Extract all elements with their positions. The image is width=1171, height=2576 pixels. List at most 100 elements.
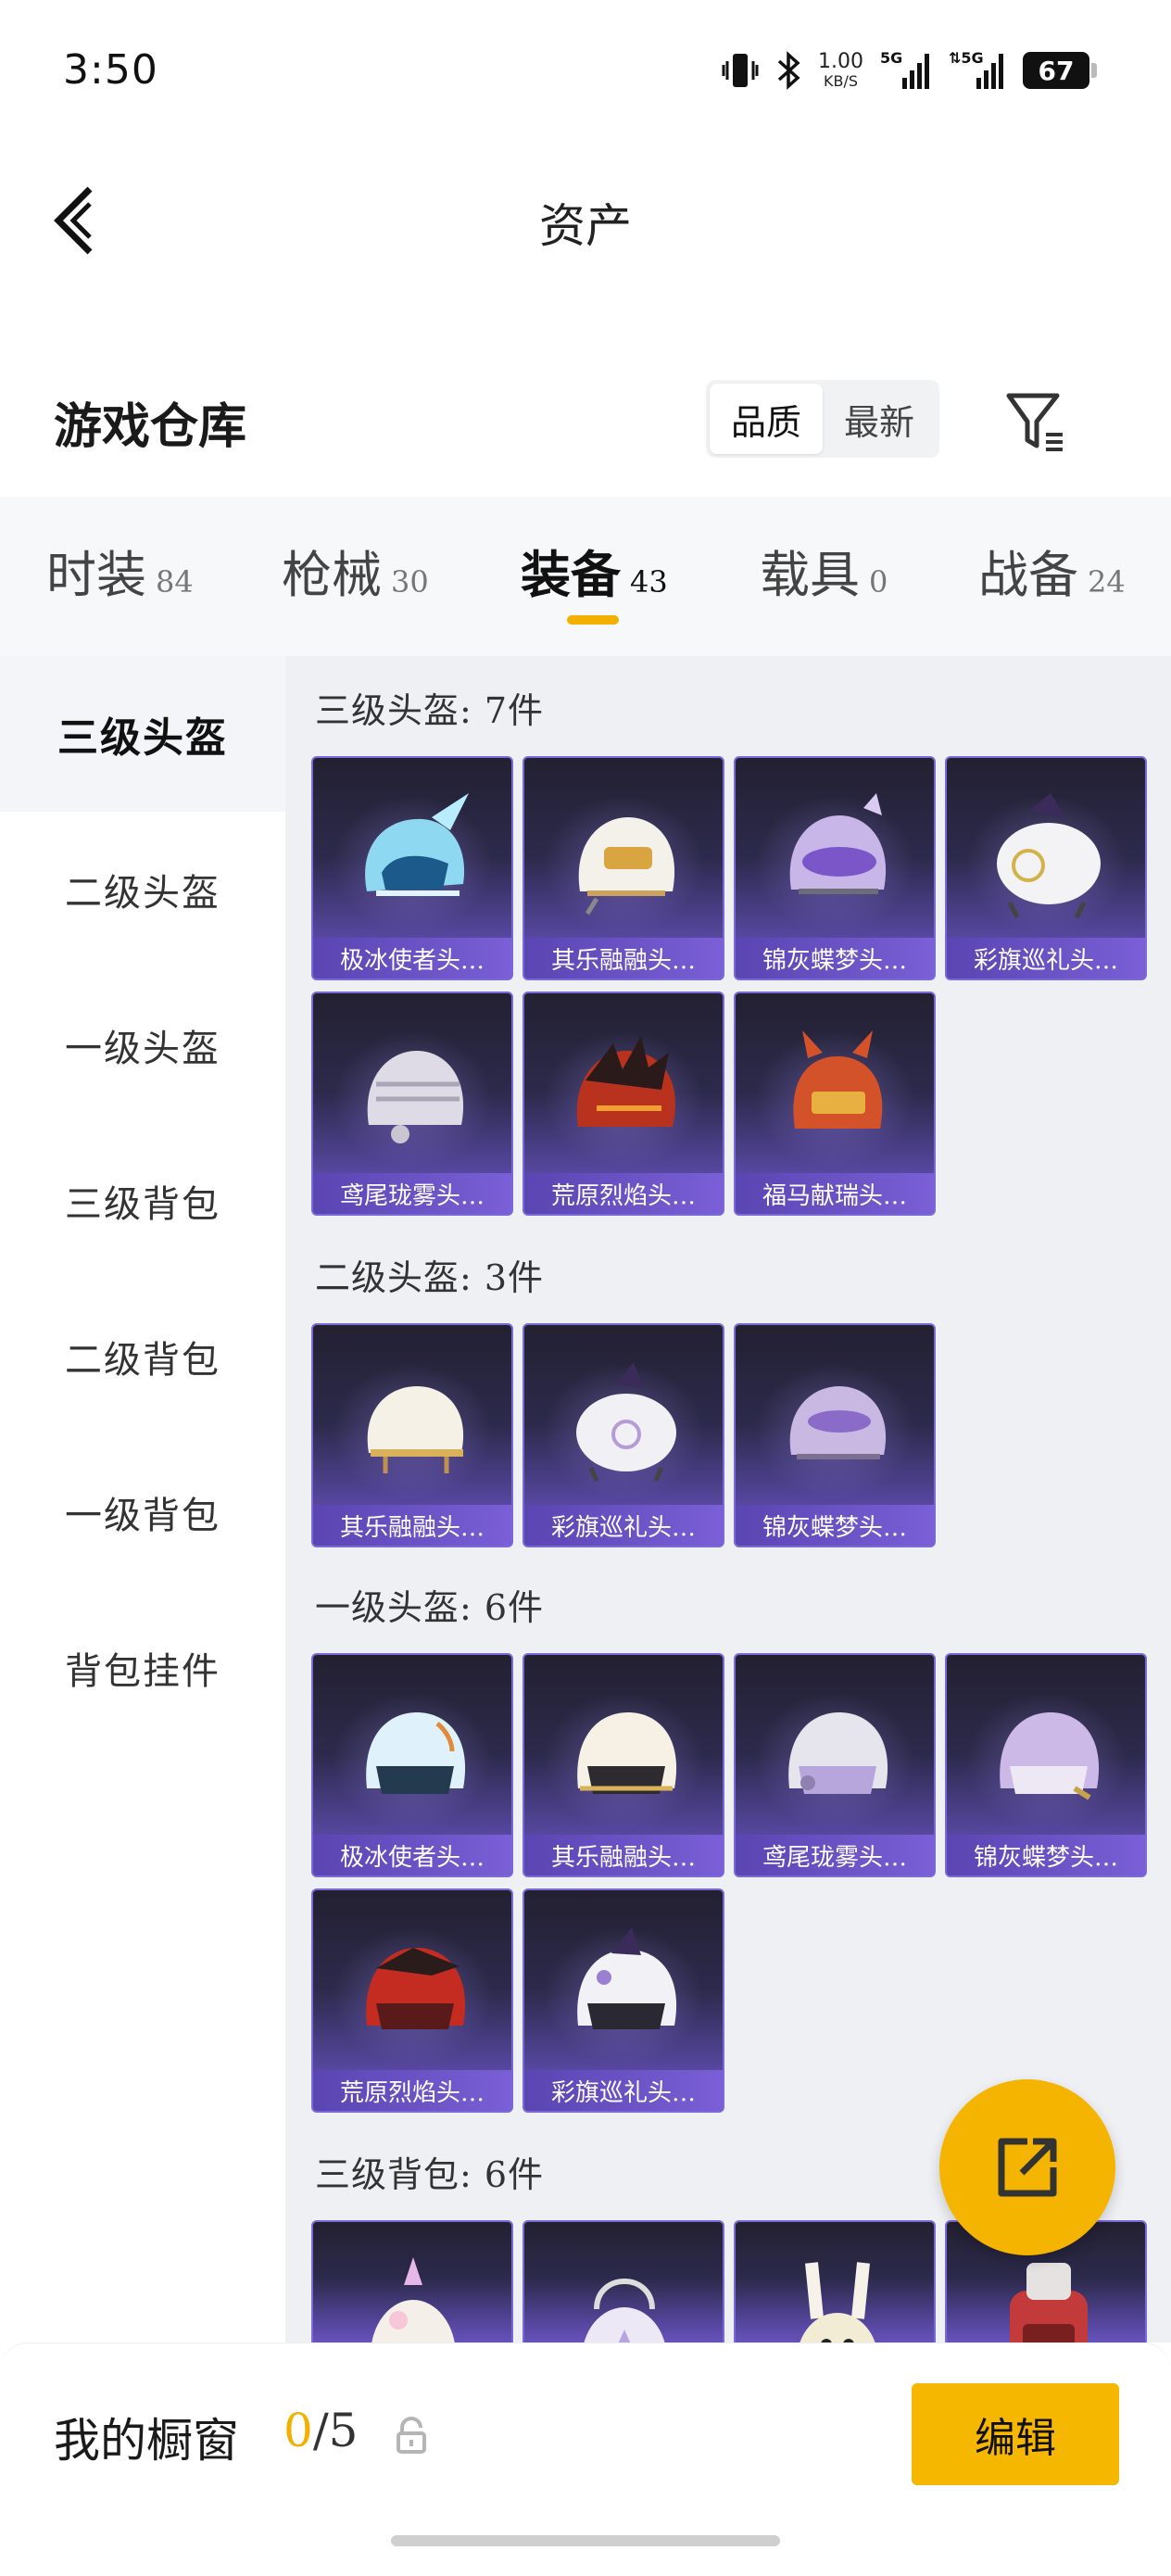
sort-option-latest[interactable]: 最新 — [823, 384, 936, 454]
showcase-count: 0/5 — [283, 2404, 358, 2457]
item-card[interactable]: 锦灰蝶梦头… — [734, 1323, 936, 1547]
tab-label: 时装 — [46, 546, 146, 604]
item-name: 彩旗巡礼头… — [524, 1505, 723, 1546]
tab-vehicles[interactable]: 载具 0 — [760, 534, 888, 608]
item-card[interactable]: 其乐融融头… — [523, 756, 724, 980]
tab-label: 载具 — [760, 546, 860, 604]
tab-count: 24 — [1088, 564, 1126, 600]
group-label-level3-helmet: 三级头盔: 7件 — [315, 690, 545, 731]
item-card[interactable]: 鸢尾珑雾头… — [311, 991, 513, 1216]
helmet-icon — [576, 1036, 675, 1127]
status-time: 3:50 — [63, 46, 158, 94]
tab-active-indicator — [567, 615, 619, 625]
item-card[interactable]: 荒原烈焰头… — [523, 991, 724, 1216]
item-name: 锦灰蝶梦头… — [736, 1505, 934, 1546]
backpack-icon — [584, 2279, 665, 2342]
side-item-level2-backpack[interactable]: 二级背包 — [0, 1279, 285, 1434]
helmet-icon — [789, 1386, 887, 1459]
item-card[interactable]: 极冰使者头… — [311, 1653, 513, 1877]
showcase-title: 我的橱窗 — [54, 2414, 239, 2468]
item-card[interactable]: 彩旗巡礼头… — [523, 1888, 724, 2113]
tab-count: 30 — [391, 564, 429, 600]
helmet-icon — [577, 1927, 677, 2029]
item-card[interactable]: 彩旗巡礼头… — [523, 1323, 724, 1547]
item-card[interactable] — [523, 2220, 724, 2342]
side-item-level3-backpack[interactable]: 三级背包 — [0, 1123, 285, 1279]
battery-indicator: 67 — [1023, 52, 1097, 89]
item-card[interactable]: 荒原烈焰头… — [311, 1888, 513, 2113]
item-name: 其乐融融头… — [524, 938, 723, 979]
group-label-level3-backpack: 三级背包: 6件 — [315, 2154, 545, 2195]
lock-icon — [393, 2415, 430, 2456]
tab-guns[interactable]: 枪械 30 — [282, 534, 429, 608]
tab-fashion[interactable]: 时装 84 — [46, 534, 194, 608]
item-card[interactable]: 极冰使者头… — [311, 756, 513, 980]
helmet-icon — [366, 1948, 466, 2029]
bluetooth-icon — [775, 48, 801, 93]
side-item-level1-helmet[interactable]: 一级头盔 — [0, 967, 285, 1123]
backpack-icon — [1010, 2263, 1088, 2342]
side-item-level3-helmet[interactable]: 三级头盔 — [0, 656, 285, 812]
category-tabs: 时装 84 枪械 30 装备 43 载具 0 战备 24 — [0, 497, 1171, 656]
backpack-icon — [800, 2262, 875, 2342]
filter-button[interactable] — [997, 382, 1075, 460]
app-root: 3:50 1.00 KB/S 5G ⇅5G 67 资产 游戏仓库 品质 最新 时… — [0, 0, 1171, 2576]
item-card[interactable]: 其乐融融头… — [311, 1323, 513, 1547]
item-card[interactable]: 彩旗巡礼头… — [945, 756, 1147, 980]
helmet-icon — [365, 793, 469, 896]
tab-count: 84 — [156, 564, 194, 600]
item-card[interactable]: 锦灰蝶梦头… — [734, 756, 936, 980]
group-label-level1-helmet: 一级头盔: 6件 — [315, 1587, 545, 1628]
helmet-icon — [1000, 1712, 1100, 1800]
filter-icon — [1006, 393, 1063, 451]
helmet-icon — [366, 1712, 466, 1794]
sort-option-quality[interactable]: 品质 — [710, 384, 823, 454]
helmet-icon — [793, 1030, 883, 1129]
side-nav-empty — [0, 1746, 285, 2342]
group-label-level2-helmet: 二级头盔: 3件 — [315, 1257, 545, 1298]
tab-supplies[interactable]: 战备 24 — [978, 534, 1126, 608]
net-speed-unit: KB/S — [824, 72, 859, 90]
item-name: 锦灰蝶梦头… — [947, 1835, 1145, 1875]
item-name: 极冰使者头… — [313, 938, 511, 979]
item-card[interactable]: 福马献瑞头… — [734, 991, 936, 1216]
side-item-backpack-charm[interactable]: 背包挂件 — [0, 1590, 285, 1746]
item-name: 鸢尾珑雾头… — [313, 1173, 511, 1214]
tab-count: 0 — [869, 564, 888, 600]
helmet-icon — [997, 793, 1101, 919]
item-name: 彩旗巡礼头… — [947, 938, 1145, 979]
item-name: 福马献瑞头… — [736, 1173, 934, 1214]
backpack-icon — [371, 2257, 455, 2342]
helmet-icon — [788, 1712, 888, 1794]
svg-text:5G: 5G — [880, 49, 902, 67]
item-card[interactable]: 鸢尾珑雾头… — [734, 1653, 936, 1877]
sort-toggle: 品质 最新 — [706, 380, 939, 458]
net-speed: 1.00 KB/S — [818, 52, 863, 89]
item-name: 荒原烈焰头… — [313, 2070, 511, 2111]
helmet-icon — [578, 817, 675, 915]
tab-count: 43 — [630, 564, 668, 600]
item-name: 鸢尾珑雾头… — [736, 1835, 934, 1875]
side-nav: 三级头盔 二级头盔 一级头盔 三级背包 二级背包 一级背包 背包挂件 — [0, 656, 285, 2342]
tab-label: 装备 — [521, 545, 621, 604]
tab-equipment[interactable]: 装备 43 — [521, 534, 668, 608]
showcase-count-total: /5 — [312, 2404, 359, 2457]
tab-label: 枪械 — [282, 546, 382, 604]
helmet-icon — [367, 1051, 464, 1143]
status-icons: 1.00 KB/S 5G ⇅5G 67 — [722, 44, 1097, 96]
tab-label: 战备 — [978, 546, 1078, 604]
item-card[interactable] — [734, 2220, 936, 2342]
signal-sim1-icon: 5G — [880, 48, 932, 93]
home-indicator[interactable] — [391, 2535, 780, 2546]
item-name: 极冰使者头… — [313, 1835, 511, 1875]
item-card[interactable]: 其乐融融头… — [523, 1653, 724, 1877]
net-speed-value: 1.00 — [818, 50, 863, 73]
edit-button[interactable]: 编辑 — [912, 2383, 1119, 2485]
side-item-level1-backpack[interactable]: 一级背包 — [0, 1434, 285, 1590]
item-card[interactable] — [311, 2220, 513, 2342]
share-button[interactable] — [939, 2079, 1115, 2255]
side-item-level2-helmet[interactable]: 二级头盔 — [0, 812, 285, 967]
item-card[interactable]: 锦灰蝶梦头… — [945, 1653, 1147, 1877]
vibrate-icon — [722, 48, 759, 93]
helmet-icon — [367, 1386, 464, 1473]
